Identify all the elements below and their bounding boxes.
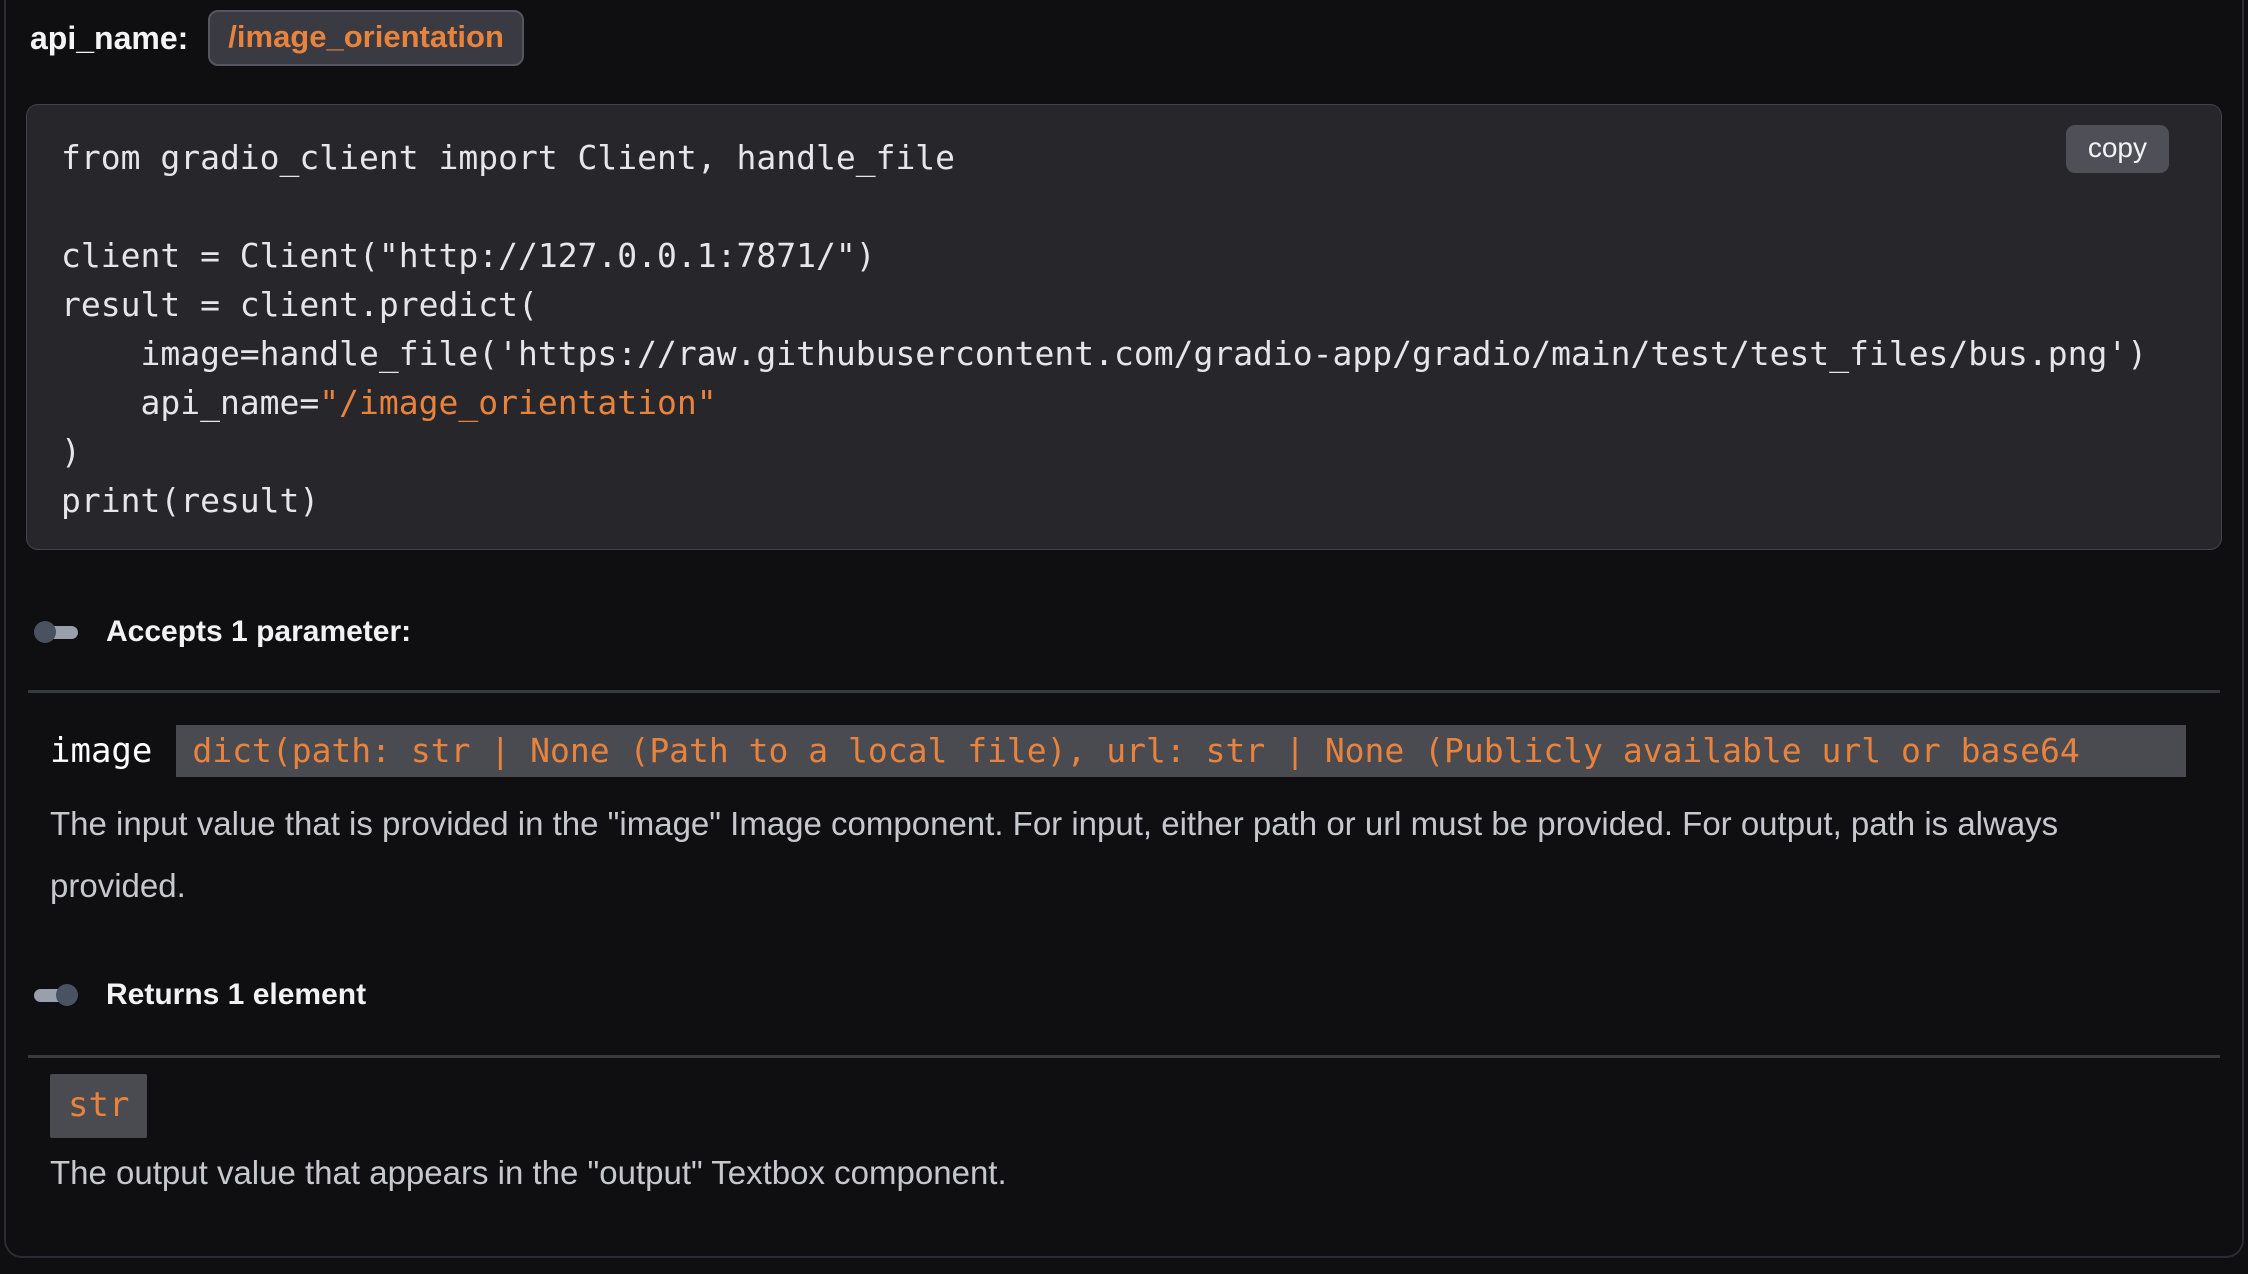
return-description: The output value that appears in the "ou… [50,1148,2162,1198]
code-api-name-prefix: api_name= [61,383,319,422]
python-code: from gradio_client import Client, handle… [61,133,2221,525]
parameter-description: The input value that is provided in the … [50,793,2160,917]
endpoint-name-badge[interactable]: /image_orientation [208,10,524,66]
code-line: print(result) [61,476,2221,525]
copy-button[interactable]: copy [2066,125,2169,173]
parameter-type-chip: dict(path: str | None (Path to a local f… [176,725,2186,777]
code-line [61,182,2221,231]
returns-heading-text: Returns 1 element [106,978,366,1012]
api-name-label: api_name: [30,20,188,57]
code-line: api_name="/image_orientation" [61,378,2221,427]
endpoint-panel: api_name: /image_orientation copy from g… [4,0,2244,1258]
api-name-header: api_name: /image_orientation [30,0,2222,66]
accepts-section-heading: Accepts 1 parameter: [34,612,2222,652]
code-api-name-value: "/image_orientation" [319,383,716,422]
parameter-row: image dict(path: str | None (Path to a l… [50,725,2186,777]
code-snippet-block: copy from gradio_client import Client, h… [26,104,2222,550]
parameter-name: image [50,731,152,771]
return-type-row: str [26,1058,2222,1138]
code-line: from gradio_client import Client, handle… [61,133,2221,182]
code-line: result = client.predict( [61,280,2221,329]
code-line: image=handle_file('https://raw.githubuse… [61,329,2221,378]
accepts-heading-text: Accepts 1 parameter: [106,615,411,649]
input-parameter-icon [34,620,78,644]
returns-section-heading: Returns 1 element [34,975,2222,1015]
api-docs-page: api_name: /image_orientation copy from g… [0,0,2248,1274]
return-type-chip: str [50,1074,147,1138]
section-divider [28,690,2220,693]
output-element-icon [34,983,78,1007]
code-line: ) [61,427,2221,476]
code-line: client = Client("http://127.0.0.1:7871/"… [61,231,2221,280]
